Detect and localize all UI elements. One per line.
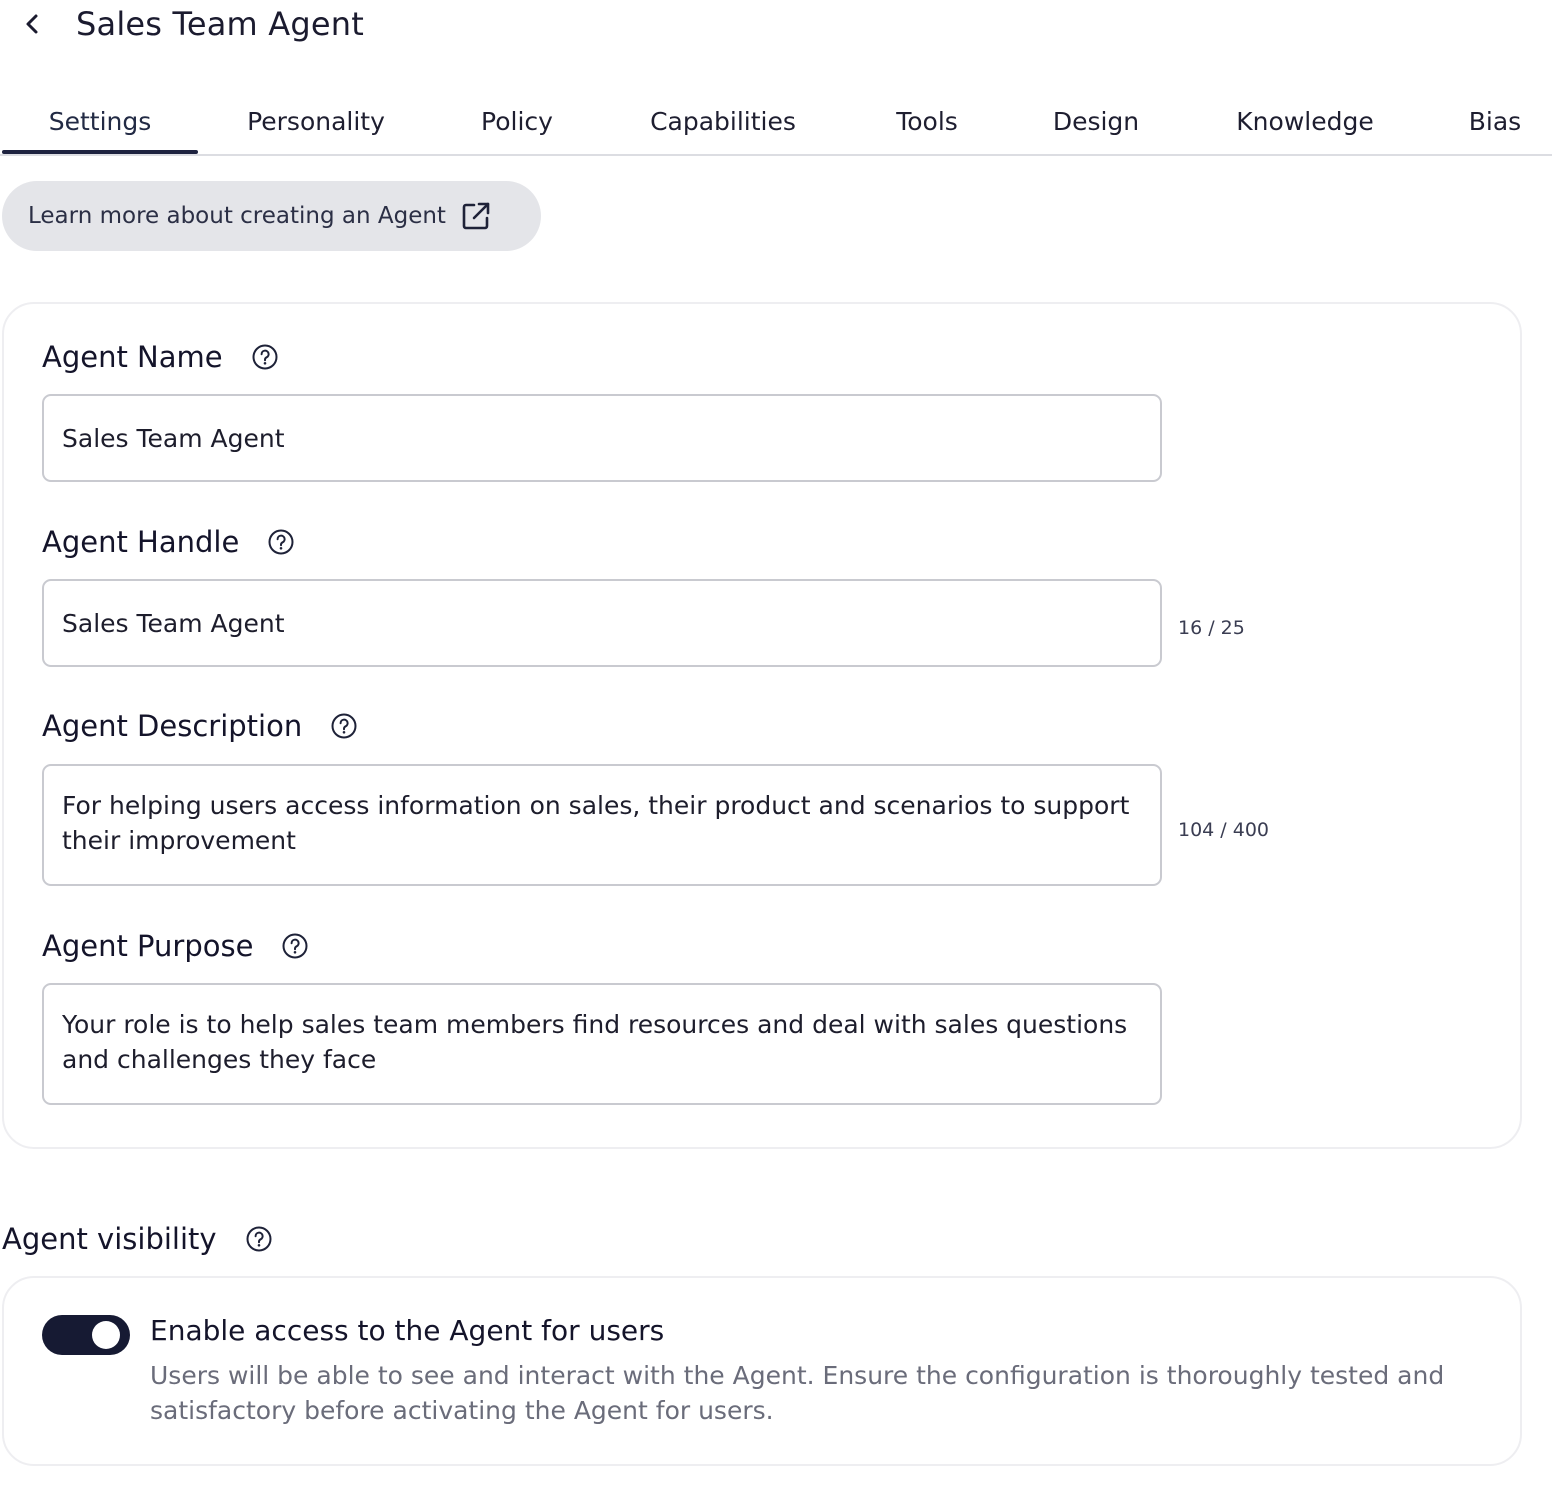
tab-tools[interactable]: Tools: [866, 88, 988, 154]
tab-settings[interactable]: Settings: [2, 88, 198, 154]
toggle-knob: [92, 1321, 120, 1349]
learn-more-label: Learn more about creating an Agent: [28, 203, 446, 229]
agent-description-textarea[interactable]: For helping users access information on …: [42, 764, 1162, 886]
learn-more-link[interactable]: Learn more about creating an Agent: [2, 181, 541, 251]
agent-purpose-label-text: Agent Purpose: [42, 929, 254, 963]
agent-name-label-text: Agent Name: [42, 340, 223, 374]
tab-capabilities[interactable]: Capabilities: [630, 88, 816, 154]
agent-handle-char-counter: 16 / 25: [1178, 617, 1245, 639]
help-icon[interactable]: [267, 528, 295, 556]
agent-purpose-textarea[interactable]: Your role is to help sales team members …: [42, 983, 1162, 1105]
tab-design[interactable]: Design: [1030, 88, 1162, 154]
tab-knowledge[interactable]: Knowledge: [1208, 88, 1402, 154]
enable-access-description: Users will be able to see and interact w…: [150, 1361, 1445, 1425]
help-icon[interactable]: [281, 932, 309, 960]
agent-visibility-card: Enable access to the Agent for users Use…: [2, 1276, 1522, 1466]
help-icon[interactable]: [245, 1225, 273, 1253]
active-tab-indicator: [2, 150, 198, 154]
page-header: Sales Team Agent: [0, 0, 1552, 60]
enable-access-title: Enable access to the Agent for users: [150, 1314, 665, 1347]
agent-handle-label: Agent Handle: [42, 525, 295, 559]
agent-description-char-counter: 104 / 400: [1178, 819, 1270, 841]
external-link-icon: [460, 200, 492, 232]
agent-name-input[interactable]: Sales Team Agent: [42, 394, 1162, 482]
tab-bar: Settings Personality Policy Capabilities…: [0, 88, 1552, 156]
enable-access-toggle[interactable]: [42, 1315, 130, 1355]
agent-name-label: Agent Name: [42, 340, 279, 374]
help-icon[interactable]: [330, 712, 358, 740]
agent-details-card: Agent Name Sales Team Agent Agent Handle…: [2, 302, 1522, 1149]
back-button[interactable]: [14, 8, 50, 44]
agent-description-label: Agent Description: [42, 709, 358, 743]
agent-handle-input[interactable]: Sales Team Agent: [42, 579, 1162, 667]
agent-handle-label-text: Agent Handle: [42, 525, 240, 559]
agent-purpose-label: Agent Purpose: [42, 929, 309, 963]
tab-bias[interactable]: Bias: [1446, 88, 1544, 154]
help-icon[interactable]: [251, 343, 279, 371]
page-title: Sales Team Agent: [76, 5, 365, 43]
chevron-left-icon: [22, 12, 42, 40]
agent-visibility-label: Agent visibility: [2, 1222, 273, 1256]
tab-personality[interactable]: Personality: [226, 88, 406, 154]
tab-policy[interactable]: Policy: [452, 88, 582, 154]
agent-visibility-label-text: Agent visibility: [2, 1222, 217, 1256]
agent-description-label-text: Agent Description: [42, 709, 303, 743]
